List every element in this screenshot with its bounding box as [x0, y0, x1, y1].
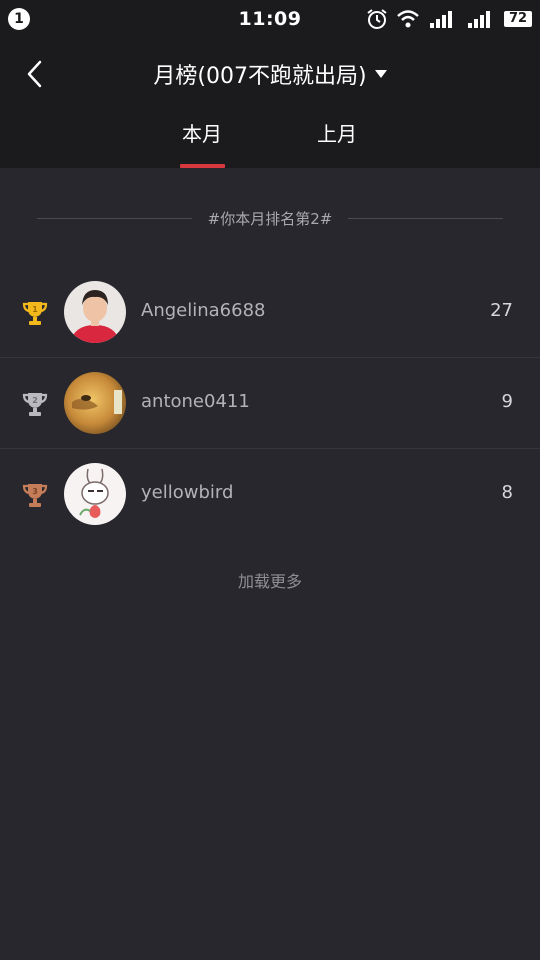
score: 8	[501, 482, 513, 503]
username: antone0411	[141, 391, 250, 412]
bronze-trophy-icon: 3	[22, 484, 48, 507]
signal-1-icon	[430, 11, 452, 28]
rank-banner: #你本月排名第2#	[0, 204, 540, 232]
status-bar: 1 11:09 72	[0, 0, 540, 38]
tab-this-month[interactable]: 本月	[157, 118, 247, 147]
score: 9	[501, 391, 513, 412]
svg-text:1: 1	[32, 305, 38, 314]
load-more-button[interactable]: 加载更多	[0, 568, 540, 592]
gold-trophy-icon: 1	[22, 302, 48, 325]
leaderboard-selector[interactable]: 月榜(007不跑就出局)	[0, 56, 540, 92]
leaderboard-row[interactable]: 2 antone0411 9	[0, 358, 540, 449]
avatar[interactable]	[64, 463, 126, 525]
active-tab-indicator	[180, 164, 225, 168]
svg-text:2: 2	[32, 396, 38, 405]
divider-right	[348, 217, 504, 219]
alarm-icon	[367, 9, 387, 29]
my-rank-text: #你本月排名第2#	[207, 209, 333, 228]
svg-text:3: 3	[32, 487, 38, 496]
navigation-bar: 月榜(007不跑就出局) 本月 上月	[0, 38, 540, 168]
username: Angelina6688	[141, 300, 266, 321]
divider-left	[36, 217, 192, 219]
avatar[interactable]	[64, 372, 126, 434]
username: yellowbird	[141, 482, 234, 503]
leaderboard-list: 1 Angelina6688 27 2 antone0411 9 3 yello…	[0, 267, 540, 539]
page-title: 月榜(007不跑就出局)	[153, 64, 367, 89]
tab-last-month[interactable]: 上月	[292, 118, 382, 147]
leaderboard-row[interactable]: 3 yellowbird 8	[0, 449, 540, 539]
wifi-icon	[397, 10, 419, 28]
silver-trophy-icon: 2	[22, 393, 48, 416]
signal-2-icon	[468, 11, 490, 28]
score: 27	[490, 300, 513, 321]
triangle-down-icon	[374, 70, 387, 78]
leaderboard-row[interactable]: 1 Angelina6688 27	[0, 267, 540, 358]
status-icons: 72	[366, 7, 532, 31]
avatar[interactable]	[64, 281, 126, 343]
battery-indicator: 72	[504, 11, 532, 27]
